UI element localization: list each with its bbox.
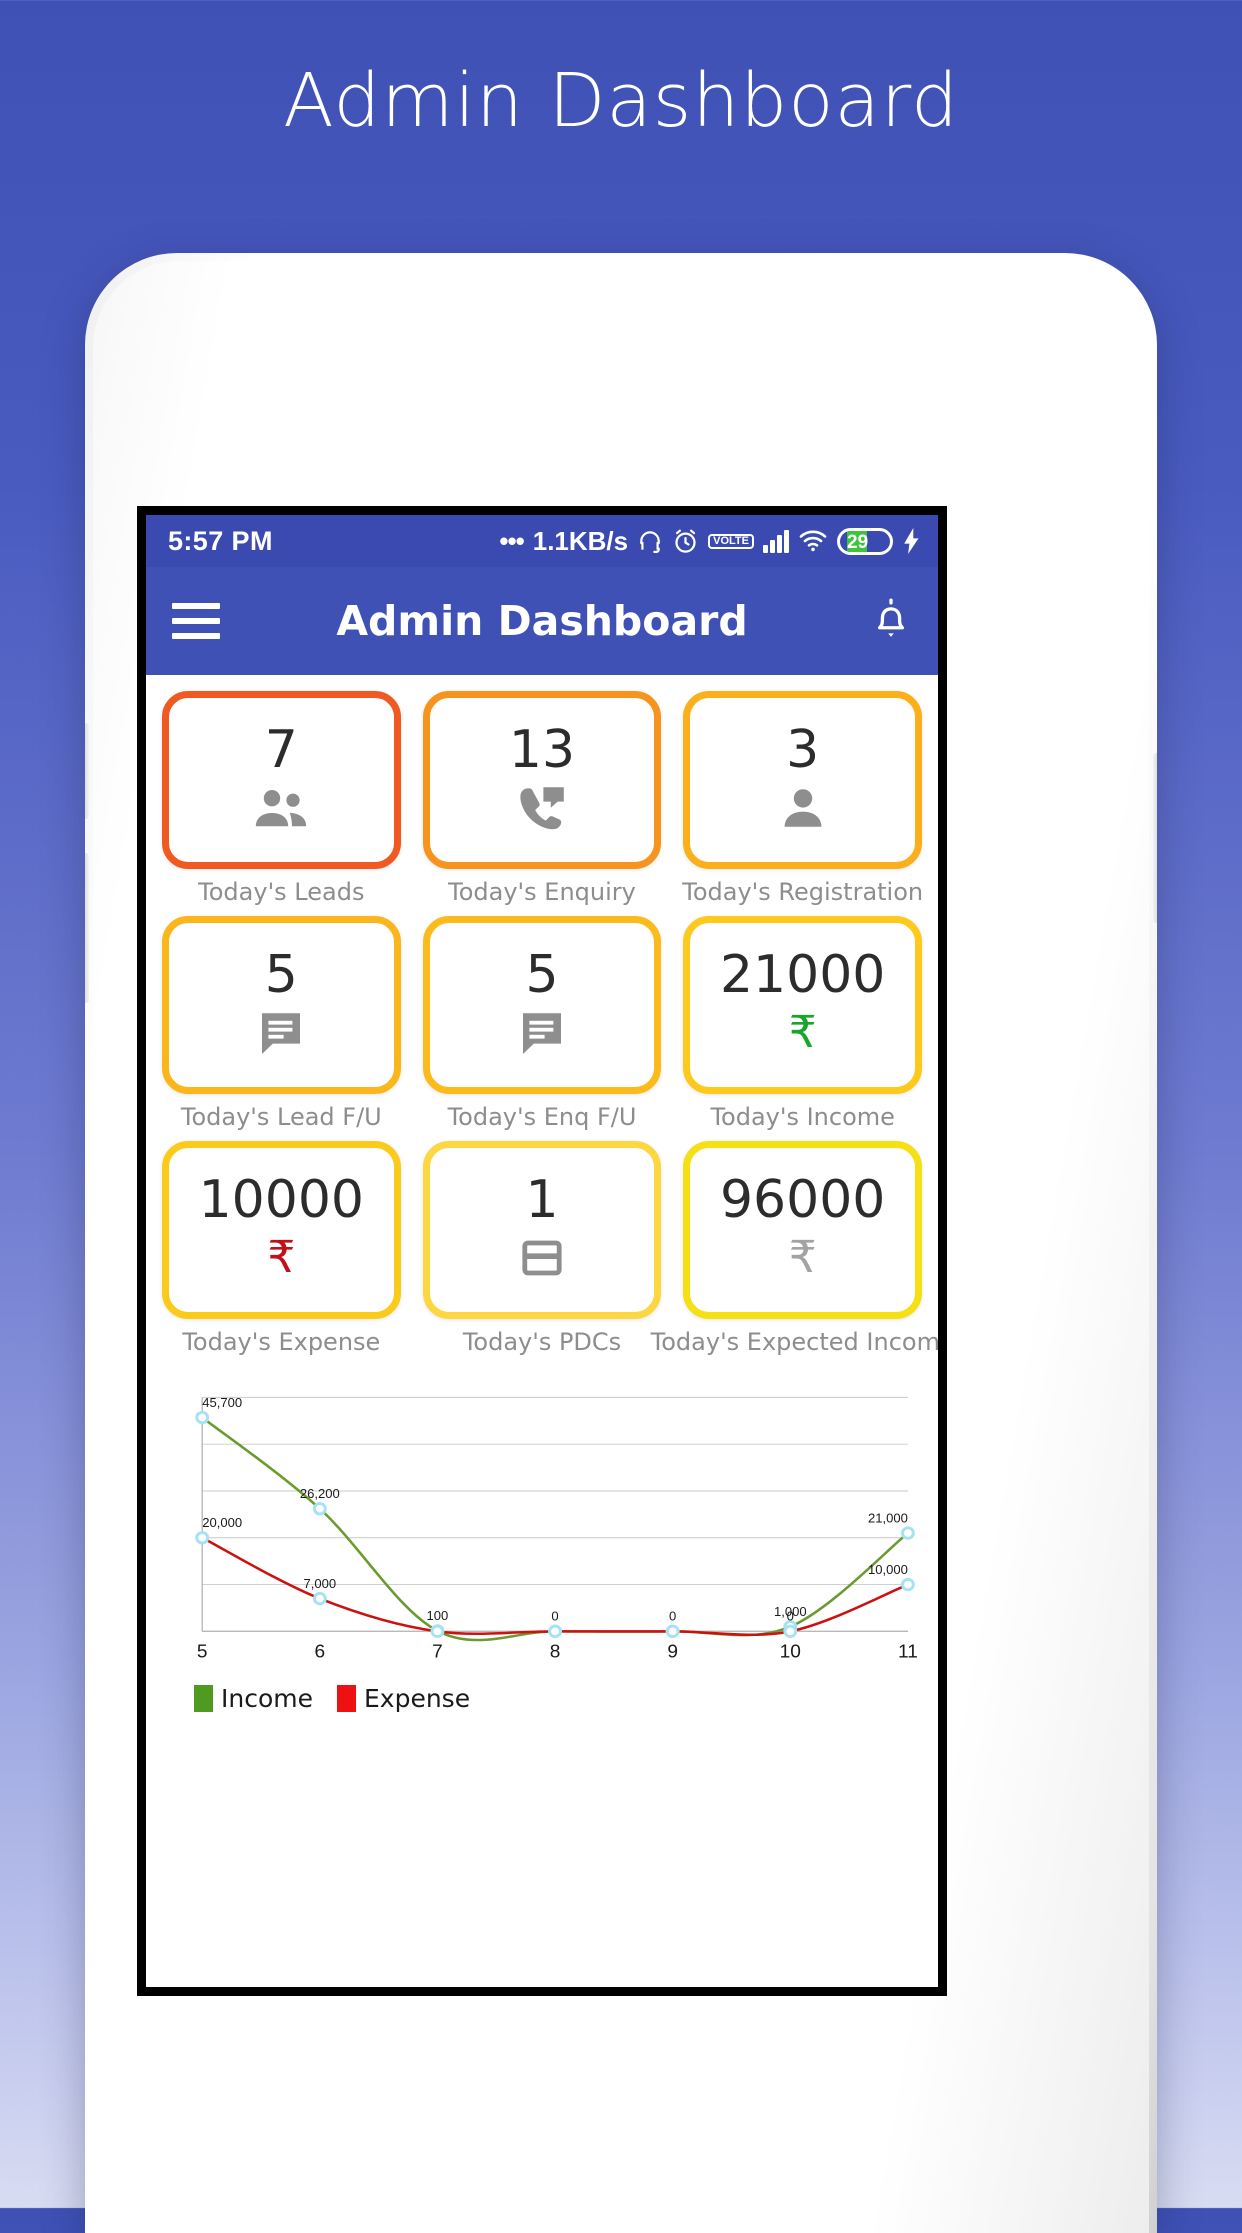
legend-label-income: Income (221, 1684, 313, 1713)
stat-cell-todays-pdcs[interactable]: 1 Today's PDCs (422, 1141, 662, 1356)
stat-card: 5 (162, 916, 401, 1094)
stat-label: Today's Expected Income (650, 1328, 947, 1356)
stat-cell-todays-income[interactable]: 21000 ₹ Today's Income (683, 916, 922, 1131)
legend-label-expense: Expense (364, 1684, 471, 1713)
stat-label: Today's Leads (198, 878, 365, 906)
app-bar-title: Admin Dashboard (336, 597, 748, 645)
rupee-icon: ₹ (267, 1233, 296, 1282)
people-icon (253, 780, 309, 836)
volte-bottom-label: LTE (729, 534, 749, 547)
stat-cell-todays-enq-fu[interactable]: 5 Today's Enq F/U (422, 916, 662, 1131)
svg-text:5: 5 (197, 1641, 208, 1662)
stat-card: 10000 ₹ (162, 1141, 401, 1319)
stat-value: 1 (525, 1170, 559, 1230)
svg-text:0: 0 (669, 1609, 676, 1624)
stat-cell-todays-leads[interactable]: 7 Today's Leads (162, 691, 401, 906)
stat-cell-todays-enquiry[interactable]: 13 Today's Enquiry (422, 691, 662, 906)
stat-value: 10000 (198, 1170, 365, 1230)
phone-in-talk-icon (517, 780, 567, 836)
chart-canvas: 45,70026,200100 0 0 1,00021,00020,0007,0000… (195, 1395, 918, 1662)
volte-icon: VO LTE (708, 533, 754, 549)
chart-legend: Income Expense (160, 1670, 924, 1713)
chat-icon (519, 1005, 565, 1061)
person-icon (781, 780, 825, 836)
wifi-icon (798, 529, 828, 553)
stat-label: Today's Expense (182, 1328, 381, 1356)
svg-text:0: 0 (787, 1609, 794, 1624)
stat-value: 5 (264, 945, 298, 1005)
stat-value: 96000 (719, 1170, 886, 1230)
power-button[interactable] (1153, 753, 1157, 923)
rupee-icon: ₹ (788, 1008, 817, 1057)
stat-label: Today's Lead F/U (180, 1103, 382, 1131)
status-bar: 5:57 PM ••• 1.1KB/s VO LTE 29 (146, 515, 938, 567)
stats-row-2: 5 Today's Lead F/U 5 Today's Enq F/U 210… (162, 916, 922, 1131)
legend-swatch-income (194, 1685, 213, 1712)
svg-text:20,000: 20,000 (202, 1515, 242, 1530)
stats-grid: 7 Today's Leads 13 Today's Enquiry 3 Tod… (146, 675, 938, 1356)
signal-icon (763, 529, 789, 553)
legend-item-expense: Expense (337, 1684, 470, 1713)
svg-text:8: 8 (550, 1641, 561, 1662)
stat-value: 13 (508, 720, 576, 780)
stat-card: 1 (422, 1141, 662, 1319)
rupee-icon: ₹ (788, 1233, 817, 1282)
stat-value: 3 (786, 720, 820, 780)
svg-text:0: 0 (551, 1609, 558, 1624)
svg-text:45,700: 45,700 (202, 1395, 242, 1410)
svg-text:100: 100 (427, 1608, 449, 1623)
stat-cell-todays-registration[interactable]: 3 Today's Registration (682, 691, 924, 906)
volume-down-button[interactable] (85, 853, 89, 1003)
alarm-icon (672, 528, 699, 555)
charging-bolt-icon (902, 528, 922, 554)
stat-card: 13 (422, 691, 662, 869)
phone-screen: 5:57 PM ••• 1.1KB/s VO LTE 29 Admin Dash… (137, 506, 947, 1996)
svg-text:7,000: 7,000 (304, 1576, 337, 1591)
stat-card: 21000 ₹ (683, 916, 922, 1094)
stats-row-1: 7 Today's Leads 13 Today's Enquiry 3 Tod… (162, 691, 924, 906)
stat-value: 7 (264, 720, 298, 780)
stat-value: 5 (525, 945, 559, 1005)
stat-cell-todays-expected-income[interactable]: 96000 ₹ Today's Expected Income (651, 1141, 938, 1356)
svg-text:21,000: 21,000 (868, 1511, 908, 1526)
stat-label: Today's Enquiry (448, 878, 636, 906)
credit-card-icon (520, 1230, 564, 1286)
network-speed-label: 1.1KB/s (532, 525, 629, 556)
income-expense-chart: 45,700 26,200 100 0 0 1,000 21,000 20,000 7,000 0… (146, 1366, 938, 1713)
stat-label: Today's Enq F/U (447, 1103, 637, 1131)
stat-cell-todays-lead-fu[interactable]: 5 Today's Lead F/U (162, 916, 401, 1131)
stat-label: Today's Registration (682, 878, 924, 906)
svg-text:9: 9 (667, 1641, 678, 1662)
svg-text:7: 7 (432, 1641, 443, 1662)
svg-text:6: 6 (315, 1641, 326, 1662)
headphone-icon (637, 528, 663, 554)
stat-label: Today's Income (710, 1103, 895, 1131)
stats-row-3: 10000 ₹ Today's Expense 1 Today's PDCs 9… (162, 1141, 938, 1356)
hamburger-icon[interactable] (172, 603, 220, 639)
svg-text:10: 10 (780, 1641, 801, 1662)
stat-card: 3 (683, 691, 922, 869)
page-title: Admin Dashboard (283, 58, 959, 144)
legend-item-income: Income (194, 1684, 313, 1713)
svg-text:10,000: 10,000 (868, 1562, 908, 1577)
svg-text:11: 11 (898, 1641, 918, 1662)
stat-card: 96000 ₹ (683, 1141, 922, 1319)
svg-text:26,200: 26,200 (300, 1486, 340, 1501)
app-bar: Admin Dashboard (146, 567, 938, 675)
battery-icon: 29 (837, 527, 893, 555)
battery-percent-label: 29 (847, 531, 869, 553)
legend-swatch-expense (337, 1685, 356, 1712)
notification-dots-icon: ••• (499, 525, 524, 556)
stat-card: 7 (162, 691, 401, 869)
stat-card: 5 (422, 916, 662, 1094)
status-time: 5:57 PM (168, 525, 273, 556)
stat-cell-todays-expense[interactable]: 10000 ₹ Today's Expense (162, 1141, 401, 1356)
chat-icon (258, 1005, 304, 1061)
bell-icon[interactable] (870, 596, 912, 647)
stat-value: 21000 (719, 945, 886, 1005)
volume-up-button[interactable] (85, 723, 89, 819)
volte-top-label: VO (713, 534, 730, 547)
stat-label: Today's PDCs (462, 1328, 622, 1356)
